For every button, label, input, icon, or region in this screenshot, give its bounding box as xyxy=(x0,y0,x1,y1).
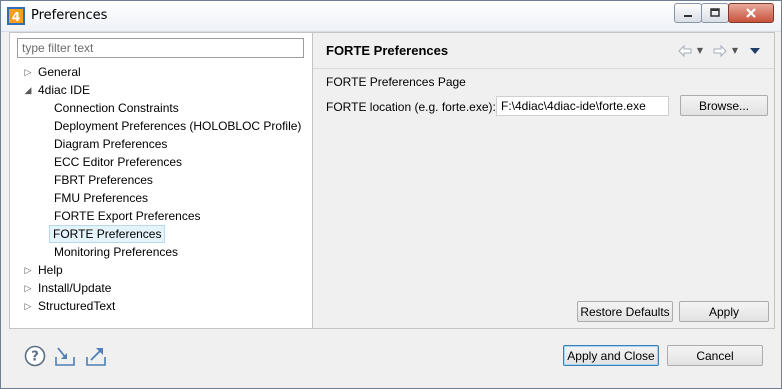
4diac-app-icon: 4 xyxy=(7,7,25,25)
forte-location-field[interactable] xyxy=(496,96,669,116)
browse-button[interactable]: Browse... xyxy=(680,95,768,116)
forte-location-label: FORTE location (e.g. forte.exe): xyxy=(326,100,496,114)
help-icon[interactable]: ? xyxy=(24,345,46,367)
expand-icon[interactable]: ▷ xyxy=(23,279,33,297)
tree-item-help[interactable]: ▷ Help xyxy=(10,261,310,279)
tree-item-label: Monitoring Preferences xyxy=(54,245,179,259)
preference-navigation-pane: ▷ General ◢ 4diac IDE Connection Constra… xyxy=(10,33,313,328)
apply-button[interactable]: Apply xyxy=(679,301,769,322)
export-icon[interactable] xyxy=(85,345,107,367)
cancel-button[interactable]: Cancel xyxy=(667,345,763,366)
forward-history-dropdown-icon[interactable]: ▼ xyxy=(730,44,740,58)
tree-item-ecc-editor-preferences[interactable]: ECC Editor Preferences xyxy=(10,153,310,171)
tree-item-install-update[interactable]: ▷ Install/Update xyxy=(10,279,310,297)
filter-input[interactable] xyxy=(17,38,304,58)
tree-item-label: General xyxy=(38,65,81,79)
tree-item-label: FORTE Preferences xyxy=(49,225,166,243)
dialog-body: ▷ General ◢ 4diac IDE Connection Constra… xyxy=(9,32,775,329)
tree-item-label: FORTE Export Preferences xyxy=(54,209,201,223)
preferences-window: 4 Preferences ▷ General xyxy=(0,0,782,389)
tree-item-label: ECC Editor Preferences xyxy=(54,155,183,169)
view-menu-icon[interactable] xyxy=(749,45,761,59)
title-bar[interactable]: 4 Preferences xyxy=(1,1,781,32)
restore-window-icon xyxy=(702,4,728,22)
page-header: FORTE Preferences ▼ ▼ xyxy=(313,33,774,69)
preference-page: FORTE Preferences ▼ ▼ FORTE Preferences … xyxy=(313,33,774,328)
apply-and-close-button[interactable]: Apply and Close xyxy=(563,345,659,366)
tree-item-deployment-preferences[interactable]: Deployment Preferences (HOLOBLOC Profile… xyxy=(10,117,310,135)
tree-item-connection-constraints[interactable]: Connection Constraints xyxy=(10,99,310,117)
back-history-dropdown-icon[interactable]: ▼ xyxy=(695,44,705,58)
restore-defaults-button[interactable]: Restore Defaults xyxy=(577,301,673,322)
minimize-button[interactable] xyxy=(674,3,702,23)
tree-item-monitoring-preferences[interactable]: Monitoring Preferences xyxy=(10,243,310,261)
minimize-icon xyxy=(675,4,701,22)
tree-item-fmu-preferences[interactable]: FMU Preferences xyxy=(10,189,310,207)
tree-item-label: FBRT Preferences xyxy=(54,173,153,187)
tree-item-structuredtext[interactable]: ▷ StructuredText xyxy=(10,297,310,315)
tree-item-4diac-ide[interactable]: ◢ 4diac IDE xyxy=(10,81,310,99)
tree-item-label: Diagram Preferences xyxy=(54,137,168,151)
window-title: Preferences xyxy=(31,8,108,23)
tree-item-fbrt-preferences[interactable]: FBRT Preferences xyxy=(10,171,310,189)
svg-text:?: ? xyxy=(31,350,39,365)
page-description: FORTE Preferences Page xyxy=(326,75,466,89)
collapse-icon[interactable]: ◢ xyxy=(23,81,33,99)
tree-item-diagram-preferences[interactable]: Diagram Preferences xyxy=(10,135,310,153)
tree-item-forte-export-preferences[interactable]: FORTE Export Preferences xyxy=(10,207,310,225)
tree-item-label: StructuredText xyxy=(38,299,116,313)
expand-icon[interactable]: ▷ xyxy=(23,63,33,81)
restore-button[interactable] xyxy=(701,3,729,23)
import-icon[interactable] xyxy=(54,345,76,367)
back-arrow-icon[interactable] xyxy=(677,44,693,58)
tree-item-label: Install/Update xyxy=(38,281,112,295)
dialog-footer: ? Apply and Close Cancel xyxy=(1,329,781,388)
forward-arrow-icon[interactable] xyxy=(712,44,728,58)
tree-item-label: Deployment Preferences (HOLOBLOC Profile… xyxy=(54,119,302,133)
tree-item-forte-preferences[interactable]: FORTE Preferences xyxy=(10,225,310,243)
tree-item-label: Connection Constraints xyxy=(54,101,179,115)
tree-item-label: FMU Preferences xyxy=(54,191,149,205)
tree-item-general[interactable]: ▷ General xyxy=(10,63,310,81)
tree-item-label: Help xyxy=(38,263,63,277)
svg-text:4: 4 xyxy=(12,10,20,24)
page-title: FORTE Preferences xyxy=(326,43,449,58)
tree-item-label: 4diac IDE xyxy=(38,83,91,97)
expand-icon[interactable]: ▷ xyxy=(23,261,33,279)
close-icon xyxy=(729,4,773,22)
expand-icon[interactable]: ▷ xyxy=(23,297,33,315)
close-button[interactable] xyxy=(728,3,774,23)
